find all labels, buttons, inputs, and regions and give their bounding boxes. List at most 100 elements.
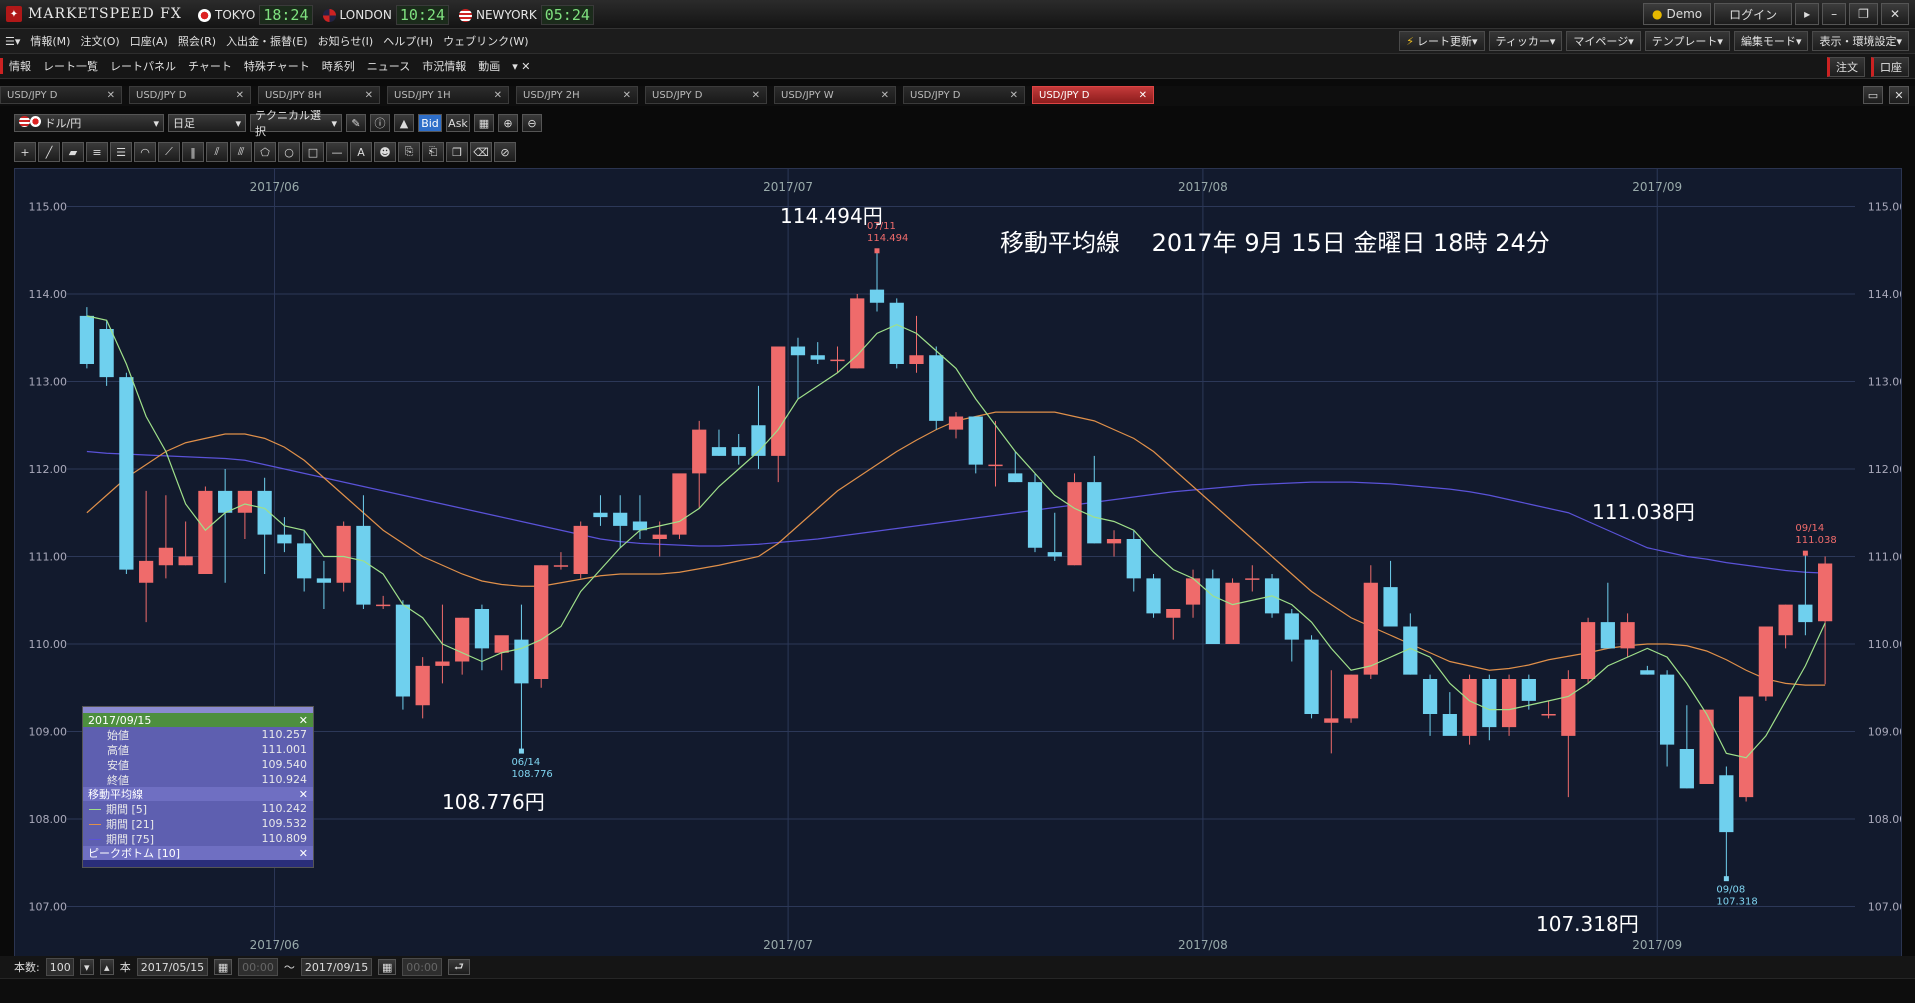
- to-date-input[interactable]: 2017/09/15: [300, 958, 373, 976]
- parallel-lines-icon[interactable]: ⫻: [230, 142, 252, 162]
- nav-item-info[interactable]: 情報: [0, 58, 37, 74]
- duplicate-icon[interactable]: ❒: [446, 142, 468, 162]
- vertical-lines-icon[interactable]: ‖: [182, 142, 204, 162]
- crosshair-icon[interactable]: +: [14, 142, 36, 162]
- calendar-icon[interactable]: ▦: [378, 959, 397, 975]
- tab-usdjpy-d[interactable]: USD/JPY D ✕: [0, 86, 122, 104]
- demo-button[interactable]: ● Demo: [1643, 3, 1712, 25]
- rate-update-button[interactable]: ⚡ レート更新 ▾: [1399, 31, 1485, 51]
- menu-item-inquiry[interactable]: 照会(R): [173, 33, 221, 49]
- gann-fan-icon[interactable]: ⟋: [158, 142, 180, 162]
- menu-item-account[interactable]: 口座(A): [125, 33, 173, 49]
- eraser-icon[interactable]: ⌫: [470, 142, 492, 162]
- nav-item-market-info[interactable]: 市況情報: [416, 58, 472, 74]
- panel-close-icon[interactable]: ✕: [299, 847, 308, 860]
- count-input[interactable]: 100: [45, 958, 74, 976]
- tab-close-icon[interactable]: ✕: [365, 90, 373, 101]
- circle-icon[interactable]: ○: [278, 142, 300, 162]
- panel-close-icon[interactable]: ✕: [299, 788, 308, 801]
- nav-item-timeseries[interactable]: 時系列: [316, 58, 361, 74]
- edit-mode-button[interactable]: 編集モード ▾: [1733, 31, 1809, 51]
- nav-item-special-chart[interactable]: 特殊チャート: [238, 58, 316, 74]
- tab-usdjpy-d-active[interactable]: USD/JPY D ✕: [1032, 86, 1154, 104]
- tab-close-icon[interactable]: ✕: [1010, 90, 1018, 101]
- count-up-icon[interactable]: ▴: [99, 959, 114, 975]
- menu-item-notice[interactable]: お知らせ(I): [313, 33, 379, 49]
- tab-usdjpy-d[interactable]: USD/JPY D ✕: [645, 86, 767, 104]
- from-date-input[interactable]: 2017/05/15: [136, 958, 209, 976]
- horizontal-lines-icon[interactable]: ≡: [86, 142, 108, 162]
- tab-usdjpy-d[interactable]: USD/JPY D ✕: [903, 86, 1025, 104]
- nav-order-button[interactable]: 注文: [1827, 57, 1865, 77]
- expand-arrow-icon[interactable]: ▸: [1795, 3, 1820, 25]
- tab-close-icon[interactable]: ✕: [881, 90, 889, 101]
- login-button[interactable]: ログイン: [1714, 3, 1793, 25]
- trendline-icon[interactable]: ╱: [38, 142, 60, 162]
- ticker-button[interactable]: ティッカー ▾: [1488, 31, 1563, 51]
- chart-settings-icon[interactable]: ▦: [474, 114, 494, 132]
- tab-close-icon[interactable]: ✕: [107, 90, 115, 101]
- icon-tool-icon[interactable]: ☻: [374, 142, 396, 162]
- pen-icon[interactable]: ✎: [346, 114, 366, 132]
- nav-more-icon[interactable]: ▾ ✕: [506, 60, 536, 73]
- count-down-icon[interactable]: ▾: [79, 959, 94, 975]
- mypage-button[interactable]: マイページ ▾: [1566, 31, 1641, 51]
- display-settings-button[interactable]: 表示・環境設定 ▾: [1812, 31, 1909, 51]
- from-time-input[interactable]: 00:00: [238, 958, 278, 976]
- restore-icon[interactable]: ❐: [1849, 3, 1878, 25]
- currency-pair-select[interactable]: ドル/円 ▾: [14, 114, 164, 132]
- panel-close-icon[interactable]: ✕: [299, 714, 308, 727]
- menu-item-order[interactable]: 注文(O): [75, 33, 124, 49]
- tab-usdjpy-d[interactable]: USD/JPY D ✕: [129, 86, 251, 104]
- erase-all-icon[interactable]: ⊘: [494, 142, 516, 162]
- apply-return-icon[interactable]: ⮐: [447, 959, 470, 975]
- candle-body: [139, 560, 154, 583]
- zoom-out-icon[interactable]: ⊖: [522, 114, 542, 132]
- minimize-icon[interactable]: –: [1822, 3, 1847, 25]
- nav-item-video[interactable]: 動画: [472, 58, 506, 74]
- period-select[interactable]: 日足 ▾: [168, 114, 246, 132]
- menu-item-help[interactable]: ヘルプ(H): [378, 33, 438, 49]
- text-tool-icon[interactable]: A: [350, 142, 372, 162]
- ruler-icon[interactable]: ▰: [62, 142, 84, 162]
- paste-icon[interactable]: ⎗: [422, 142, 444, 162]
- menu-item-deposit[interactable]: 入出金・振替(E): [221, 33, 313, 49]
- tab-close-icon[interactable]: ✕: [623, 90, 631, 101]
- template-button[interactable]: テンプレート ▾: [1644, 31, 1730, 51]
- nav-account-button[interactable]: 口座: [1871, 57, 1909, 77]
- info-icon[interactable]: ⓘ: [370, 114, 390, 132]
- fibonacci-icon[interactable]: ☰: [110, 142, 132, 162]
- tab-usdjpy-8h[interactable]: USD/JPY 8H ✕: [258, 86, 380, 104]
- horizontal-line-icon[interactable]: —: [326, 142, 348, 162]
- nav-item-news[interactable]: ニュース: [361, 58, 416, 74]
- channel-icon[interactable]: ⫽: [206, 142, 228, 162]
- rectangle-icon[interactable]: □: [302, 142, 324, 162]
- maximize-icon[interactable]: ▭: [1863, 86, 1883, 104]
- zoom-in-icon[interactable]: ⊕: [498, 114, 518, 132]
- pentagon-icon[interactable]: ⬠: [254, 142, 276, 162]
- tab-close-icon[interactable]: ✕: [236, 90, 244, 101]
- tab-close-icon[interactable]: ✕: [494, 90, 502, 101]
- to-time-input[interactable]: 00:00: [402, 958, 442, 976]
- tab-usdjpy-1h[interactable]: USD/JPY 1H ✕: [387, 86, 509, 104]
- close-icon[interactable]: ✕: [1880, 3, 1909, 25]
- menu-item-info[interactable]: 情報(M): [25, 33, 75, 49]
- menu-item-weblink[interactable]: ウェブリンク(W): [438, 33, 533, 49]
- tab-usdjpy-w[interactable]: USD/JPY W ✕: [774, 86, 896, 104]
- tab-close-icon[interactable]: ✕: [752, 90, 760, 101]
- nav-item-chart[interactable]: チャート: [182, 58, 238, 74]
- fib-fan-icon[interactable]: ◠: [134, 142, 156, 162]
- close-window-icon[interactable]: ✕: [1889, 86, 1909, 104]
- copy-icon[interactable]: ⎘: [398, 142, 420, 162]
- tab-close-icon[interactable]: ✕: [1139, 90, 1147, 101]
- calendar-icon[interactable]: ▦: [214, 959, 233, 975]
- ask-button[interactable]: Ask: [446, 114, 470, 132]
- tab-usdjpy-2h[interactable]: USD/JPY 2H ✕: [516, 86, 638, 104]
- nav-item-rate-list[interactable]: レート一覧: [37, 58, 104, 74]
- bid-button[interactable]: Bid: [418, 114, 442, 132]
- mountain-chart-icon[interactable]: ▲: [394, 114, 414, 132]
- data-info-panel[interactable]: 2017/09/15 ✕ 始値 110.257 高値 111.001 安値 109.54…: [82, 706, 314, 868]
- menu-toggle-icon[interactable]: ☰▾: [0, 35, 25, 48]
- technical-select[interactable]: テクニカル選択 ▾: [250, 109, 342, 138]
- nav-item-rate-panel[interactable]: レートパネル: [104, 58, 182, 74]
